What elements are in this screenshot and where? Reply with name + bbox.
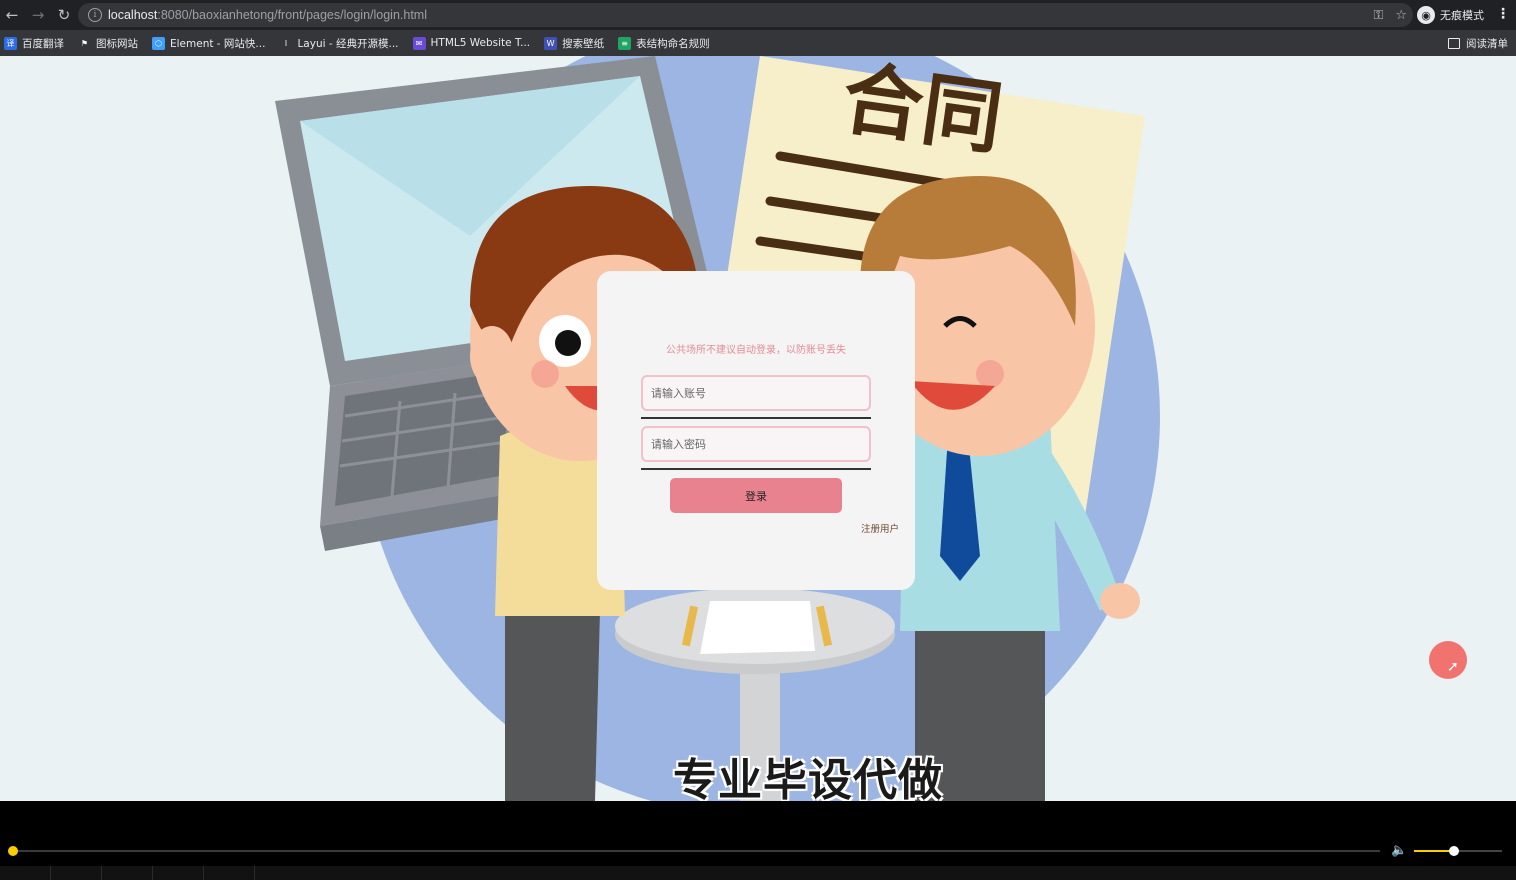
page-viewport: 合同 公共场所不建议自动登录，以防账号丢失 请输入账号 登录 注册用户 专业毕设… xyxy=(0,56,1516,801)
incognito-label: 无痕模式 xyxy=(1440,9,1484,22)
bookmark-label: 搜索壁纸 xyxy=(562,37,605,50)
key-icon[interactable]: ⚿ xyxy=(1373,8,1383,23)
bookmarks-bar: 译百度翻译 ⚑ 图标网站 ⬡ Element - 网站快... l Layui - 经典开源… xyxy=(0,30,1516,56)
volume-fill xyxy=(1414,850,1454,852)
address-bar[interactable]: i localhost:8080/baoxianhetong/front/pag… xyxy=(78,3,1413,27)
account-input[interactable] xyxy=(641,375,871,411)
mouse-cursor-icon: ➚ xyxy=(1447,659,1459,675)
bookmark-item[interactable]: 译百度翻译 xyxy=(4,36,64,51)
reload-icon[interactable]: ↻ xyxy=(52,3,76,27)
star-icon[interactable]: ☆ xyxy=(1395,8,1407,23)
url-path: :8080/baoxianhetong/front/pages/login/lo… xyxy=(157,8,427,22)
back-arrow-icon[interactable]: ← xyxy=(0,3,24,27)
bookmark-item[interactable]: ≡ 表结构命名规则 xyxy=(618,36,710,51)
bookmark-item[interactable]: ⚑ 图标网站 xyxy=(78,36,138,51)
login-button[interactable]: 登录 xyxy=(670,478,842,513)
bookmark-label: Layui - 经典开源模... xyxy=(297,37,399,50)
player-bottom-strip xyxy=(0,866,1516,880)
strip-divider xyxy=(152,866,153,880)
html5-icon: ✉ xyxy=(412,36,426,50)
reading-list-button[interactable]: 阅读清单 xyxy=(1448,30,1508,56)
strip-divider xyxy=(101,866,102,880)
incognito-indicator[interactable]: ◉ 无痕模式 xyxy=(1417,5,1484,25)
incognito-icon: ◉ xyxy=(1417,6,1435,24)
element-icon: ⬡ xyxy=(152,36,165,50)
bookmark-label: Element - 网站快... xyxy=(170,37,266,50)
more-menu-icon[interactable]: ⋮ xyxy=(1496,6,1510,22)
video-player-bar: 🔈 xyxy=(0,801,1516,880)
layui-icon: l xyxy=(279,36,293,50)
url-text[interactable]: localhost:8080/baoxianhetong/front/pages… xyxy=(108,8,427,22)
flag-icon: ⚑ xyxy=(78,36,91,50)
reading-list-icon xyxy=(1448,37,1460,49)
bookmark-item[interactable]: l Layui - 经典开源模... xyxy=(279,36,399,51)
login-notice: 公共场所不建议自动登录，以防账号丢失 xyxy=(666,345,846,356)
reading-list-label: 阅读清单 xyxy=(1466,37,1508,50)
bookmark-label: 图标网站 xyxy=(96,37,138,50)
bookmark-label: 表结构命名规则 xyxy=(636,37,710,50)
bookmark-label: HTML5 Website T... xyxy=(430,37,531,49)
login-card: 公共场所不建议自动登录，以防账号丢失 登录 注册用户 xyxy=(597,271,915,590)
forward-arrow-icon[interactable]: → xyxy=(26,3,50,27)
password-input[interactable] xyxy=(641,426,871,462)
table-icon: ≡ xyxy=(618,36,632,50)
bookmark-item[interactable]: ✉ HTML5 Website T... xyxy=(412,36,531,50)
progress-track[interactable] xyxy=(12,850,1380,852)
video-caption: 专业毕设代做 xyxy=(673,755,943,801)
password-underline xyxy=(641,468,871,470)
translate-icon: 译 xyxy=(4,36,17,50)
bookmark-item[interactable]: ⬡ Element - 网站快... xyxy=(152,36,265,51)
strip-divider xyxy=(50,866,51,880)
url-host: localhost xyxy=(108,8,158,22)
volume-icon[interactable]: 🔈 xyxy=(1391,843,1407,858)
progress-knob[interactable] xyxy=(8,846,18,856)
strip-divider xyxy=(254,866,255,880)
account-underline xyxy=(641,417,871,419)
wallpaper-icon: W xyxy=(544,36,558,50)
volume-knob[interactable] xyxy=(1448,846,1459,856)
register-link[interactable]: 注册用户 xyxy=(861,521,899,535)
browser-toolbar: ← → ↻ i localhost:8080/baoxianhetong/fro… xyxy=(0,0,1516,30)
strip-divider xyxy=(203,866,204,880)
bookmark-item[interactable]: W 搜索壁纸 xyxy=(544,36,604,51)
site-info-icon[interactable]: i xyxy=(88,8,102,22)
bookmark-label: 百度翻译 xyxy=(22,37,64,50)
